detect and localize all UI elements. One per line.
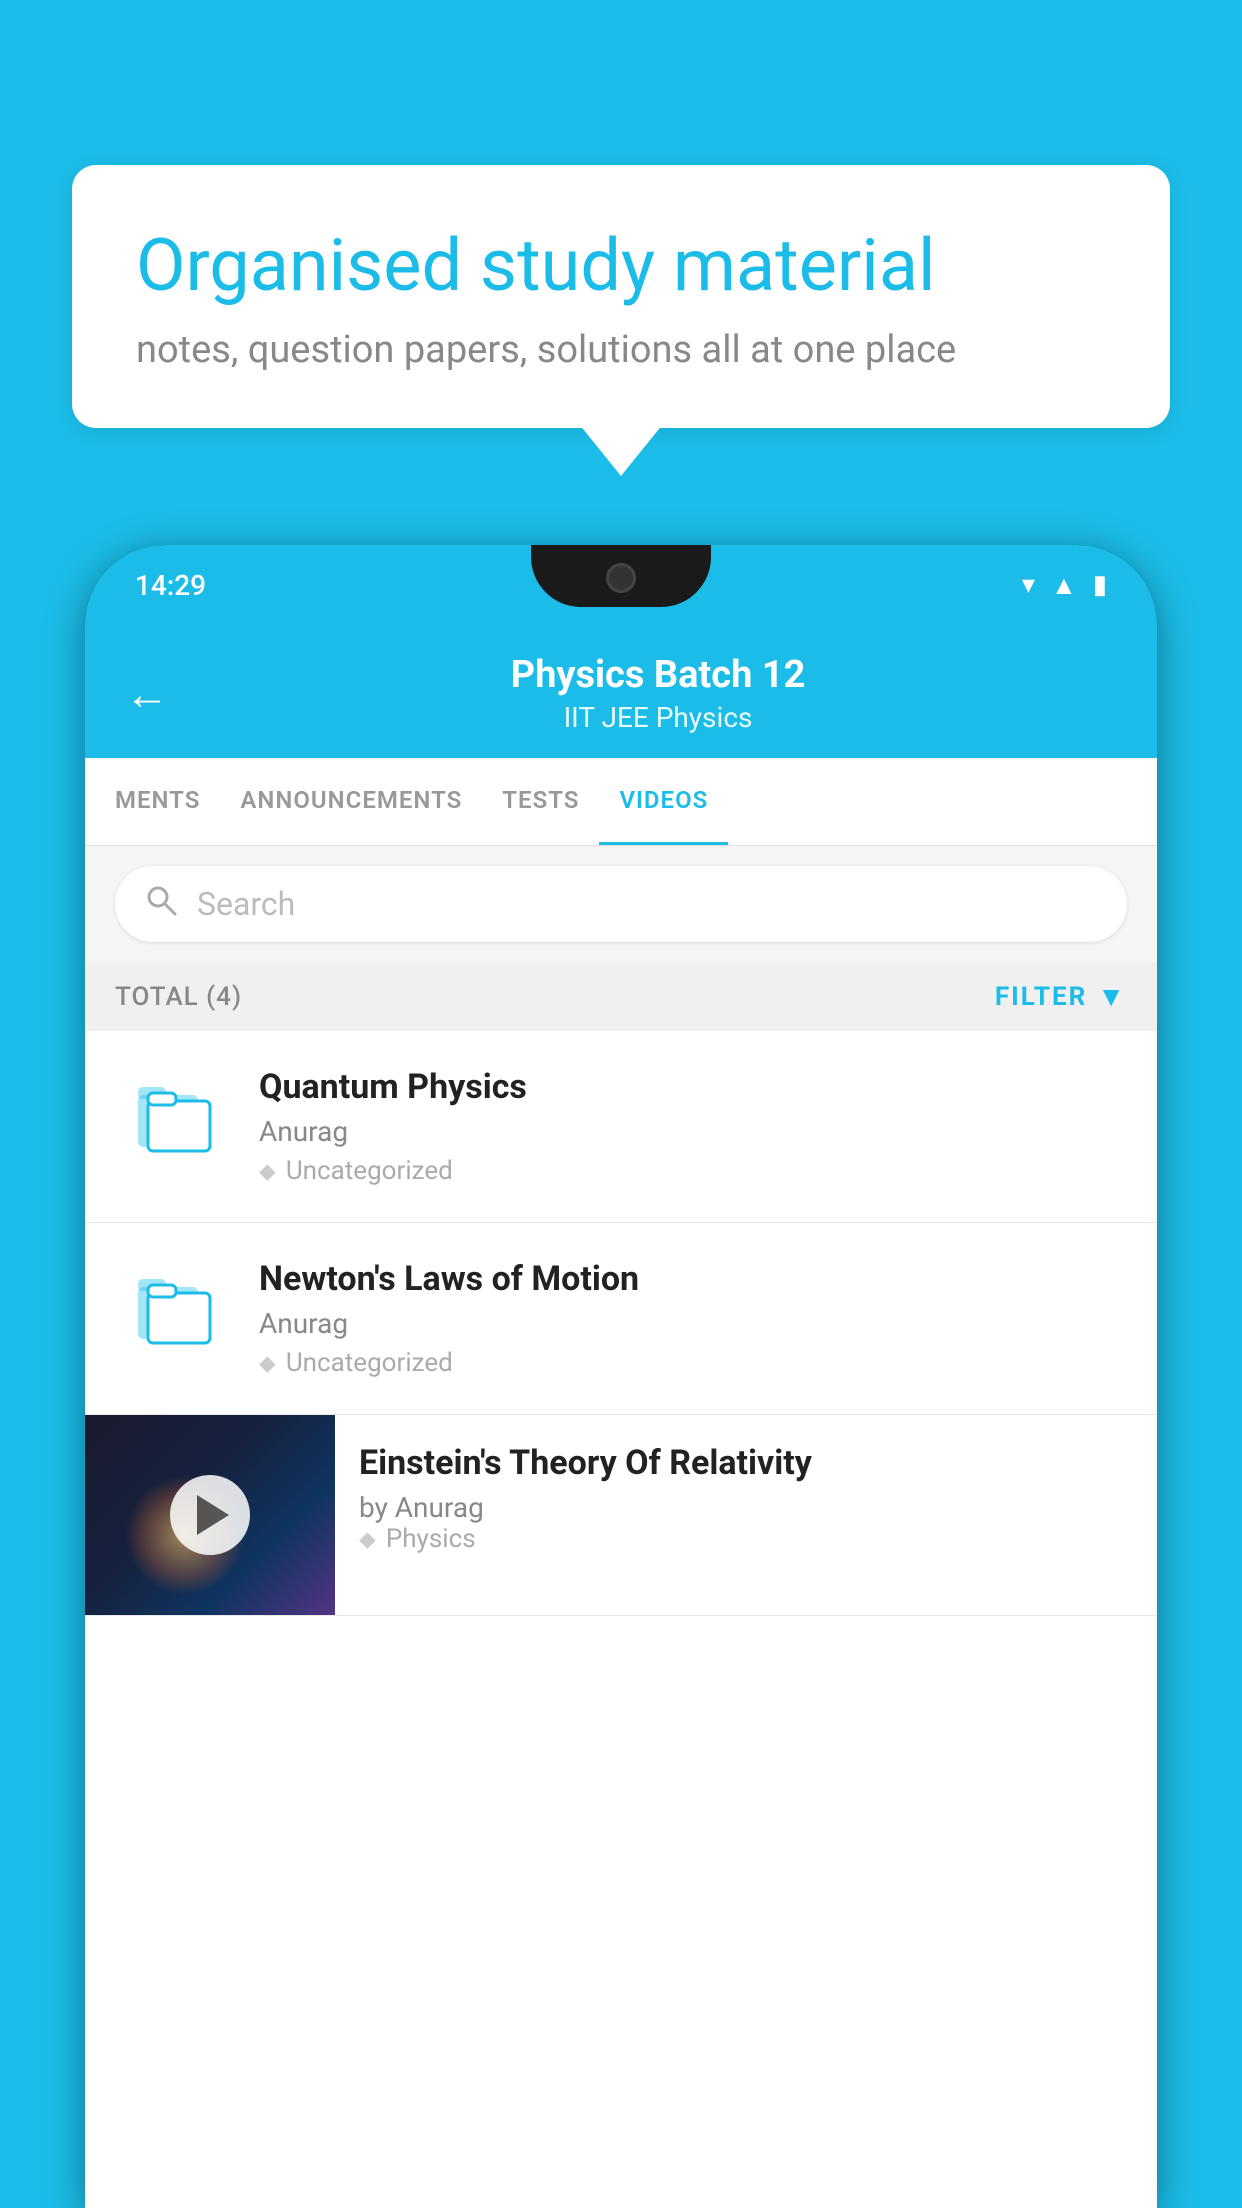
tag-icon: ⬥ [359,1525,376,1553]
video-thumbnail-placeholder [115,1259,235,1359]
video-tag: ⬥ Uncategorized [259,1156,1127,1186]
wifi-icon: ▾ [1022,570,1035,600]
filter-bar: TOTAL (4) FILTER ▼ [85,962,1157,1031]
status-bar: 14:29 ▾ ▲ ▮ [85,545,1157,625]
video-thumbnail [85,1415,335,1615]
tab-tests[interactable]: TESTS [482,758,599,845]
filter-button[interactable]: FILTER ▼ [995,980,1127,1013]
phone-camera [606,563,636,593]
speech-bubble: Organised study material notes, question… [72,165,1170,428]
tag-icon: ⬥ [259,1157,276,1185]
tag-label: Uncategorized [286,1156,453,1186]
tab-ments[interactable]: MENTS [95,758,220,845]
video-tag: ⬥ Uncategorized [259,1348,1127,1378]
filter-icon: ▼ [1097,980,1127,1013]
signal-icon: ▲ [1051,570,1077,601]
video-thumbnail-placeholder [115,1067,235,1167]
phone-screen: ← Physics Batch 12 IIT JEE Physics MENTS… [85,625,1157,2208]
video-title: Quantum Physics [259,1067,1127,1107]
video-item[interactable]: Quantum Physics Anurag ⬥ Uncategorized [85,1031,1157,1223]
tab-videos[interactable]: VIDEOS [599,758,728,845]
search-input-wrap[interactable]: Search [115,866,1127,942]
phone-frame: 14:29 ▾ ▲ ▮ ← Physics Batch 12 IIT JEE P… [85,545,1157,2208]
bubble-subtitle: notes, question papers, solutions all at… [136,328,1106,372]
video-item[interactable]: Einstein's Theory Of Relativity by Anura… [85,1415,1157,1616]
battery-icon: ▮ [1093,570,1107,600]
bubble-title: Organised study material [136,225,1106,308]
play-button[interactable] [170,1475,250,1555]
video-title: Newton's Laws of Motion [259,1259,1127,1299]
tabs-bar: MENTS ANNOUNCEMENTS TESTS VIDEOS [85,758,1157,846]
header-title-block: Physics Batch 12 IIT JEE Physics [199,653,1117,734]
tag-label: Physics [386,1524,476,1554]
back-button[interactable]: ← [125,668,169,720]
video-item[interactable]: Newton's Laws of Motion Anurag ⬥ Uncateg… [85,1223,1157,1415]
play-triangle-icon [197,1495,229,1535]
phone-notch [531,545,711,607]
video-author: Anurag [259,1307,1127,1340]
search-placeholder: Search [197,885,295,923]
app-header: ← Physics Batch 12 IIT JEE Physics [85,625,1157,758]
header-subtitle: IIT JEE Physics [199,701,1117,734]
search-icon [145,884,177,924]
video-info: Quantum Physics Anurag ⬥ Uncategorized [259,1067,1127,1186]
total-label: TOTAL (4) [115,982,242,1012]
status-icons: ▾ ▲ ▮ [1022,570,1107,601]
search-bar: Search [85,846,1157,962]
video-info: Newton's Laws of Motion Anurag ⬥ Uncateg… [259,1259,1127,1378]
filter-label: FILTER [995,982,1087,1012]
header-title: Physics Batch 12 [199,653,1117,697]
video-title: Einstein's Theory Of Relativity [359,1443,1133,1483]
status-time: 14:29 [135,569,206,602]
tab-announcements[interactable]: ANNOUNCEMENTS [220,758,482,845]
video-info: Einstein's Theory Of Relativity by Anura… [335,1415,1157,1582]
video-list: Quantum Physics Anurag ⬥ Uncategorized [85,1031,1157,1616]
video-author: Anurag [259,1115,1127,1148]
video-author: by Anurag [359,1491,1133,1524]
tag-icon: ⬥ [259,1349,276,1377]
tag-label: Uncategorized [286,1348,453,1378]
video-tag: ⬥ Physics [359,1524,1133,1554]
